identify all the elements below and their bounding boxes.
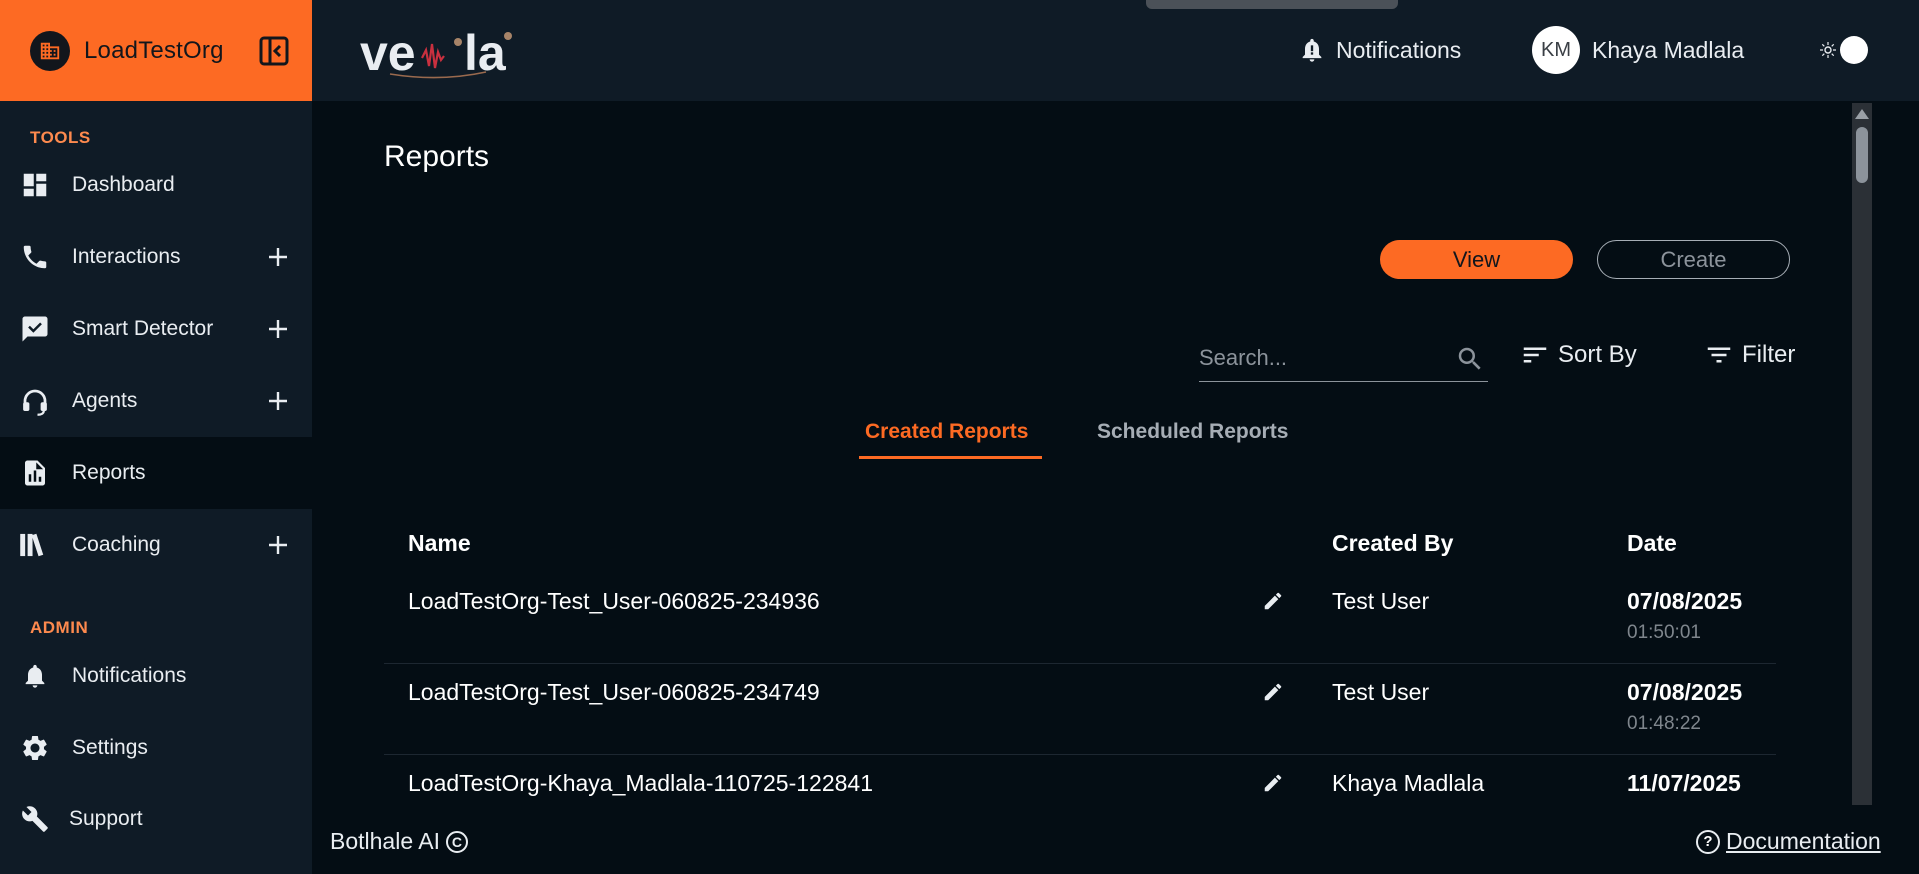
sidebar: LoadTestOrg TOOLS Dashboard Interactions… [0, 0, 312, 874]
expand-plus-icon[interactable] [266, 533, 290, 557]
search-icon[interactable] [1455, 344, 1485, 379]
sidebar-item-label: Reports [72, 461, 146, 484]
sidebar-item-label: Coaching [72, 533, 161, 556]
report-date: 07/08/2025 [1627, 588, 1743, 614]
building-icon [30, 30, 70, 71]
report-time: 01:50:01 [1627, 622, 1701, 643]
bell-icon [18, 659, 52, 693]
tools-section-title: TOOLS [30, 128, 91, 147]
sidebar-item-label: Dashboard [72, 173, 175, 196]
footer: Botlhale AI C ? Documentation [312, 806, 1919, 874]
report-name[interactable]: LoadTestOrg-Khaya_Madlala-110725-122841 [408, 770, 873, 797]
scroll-thumb[interactable] [1856, 127, 1868, 183]
avatar: KM [1532, 26, 1580, 74]
report-name[interactable]: LoadTestOrg-Test_User-060825-234936 [408, 588, 820, 615]
expand-plus-icon[interactable] [266, 389, 290, 413]
admin-section-title: ADMIN [30, 618, 89, 637]
veela-logo: ve la [360, 24, 520, 81]
copyright-text: Botlhale AI [330, 828, 440, 854]
report-time: 01:48:22 [1627, 713, 1701, 734]
created-by: Khaya Madlala [1332, 770, 1485, 796]
created-by: Test User [1332, 679, 1430, 705]
sidebar-item-label: Smart Detector [72, 317, 214, 340]
sidebar-item-label: Agents [72, 389, 138, 412]
search-input[interactable] [1199, 342, 1439, 374]
sidebar-item-label: Support [69, 807, 143, 830]
expand-plus-icon[interactable] [266, 245, 290, 269]
gear-icon [18, 731, 52, 765]
active-tab-indicator [859, 456, 1042, 459]
sidebar-item-label: Notifications [72, 664, 187, 687]
theme-toggle[interactable] [1820, 36, 1868, 64]
sidebar-item-interactions[interactable]: Interactions [0, 221, 312, 293]
copyright-icon: C [445, 830, 468, 853]
sidebar-item-agents[interactable]: Agents [0, 365, 312, 437]
books-icon [18, 528, 52, 562]
column-header-created-by[interactable]: Created By [1332, 530, 1453, 557]
sun-icon [1820, 42, 1836, 58]
user-name: Khaya Madlala [1592, 36, 1745, 63]
sidebar-item-reports[interactable]: Reports [0, 437, 312, 509]
report-date: 11/07/2025 [1627, 770, 1741, 796]
create-button[interactable]: Create [1597, 240, 1790, 279]
vertical-scrollbar[interactable] [1852, 103, 1872, 805]
help-icon: ? [1696, 829, 1720, 854]
bell-alert-icon [1302, 38, 1322, 62]
sidebar-item-label: Interactions [72, 245, 181, 268]
edit-icon[interactable] [1262, 772, 1284, 799]
dashboard-icon [18, 168, 52, 202]
column-header-name[interactable]: Name [408, 530, 471, 557]
sort-by-button[interactable]: Sort By [1520, 340, 1637, 370]
org-name: LoadTestOrg [84, 36, 224, 64]
check-chat-icon [18, 312, 52, 346]
phone-icon [18, 240, 52, 274]
documentation-link[interactable]: ? Documentation [1696, 828, 1881, 855]
drag-handle[interactable] [1146, 0, 1398, 9]
user-menu[interactable]: KM Khaya Madlala [1532, 26, 1744, 74]
table-row[interactable]: LoadTestOrg-Test_User-060825-234936 Test… [384, 574, 1776, 664]
sidebar-item-support[interactable]: Support [0, 783, 312, 855]
filter-button[interactable]: Filter [1704, 340, 1795, 370]
tab-created-reports[interactable]: Created Reports [865, 420, 1028, 444]
column-header-date[interactable]: Date [1627, 530, 1677, 557]
report-name[interactable]: LoadTestOrg-Test_User-060825-234749 [408, 679, 820, 706]
report-icon [18, 456, 52, 490]
toggle-knob[interactable] [1840, 36, 1868, 64]
search-box [1199, 336, 1488, 382]
edit-icon[interactable] [1262, 681, 1284, 708]
notifications-button[interactable]: Notifications [1298, 30, 1461, 70]
tab-scheduled-reports[interactable]: Scheduled Reports [1097, 420, 1288, 444]
sidebar-item-label: Settings [72, 736, 148, 759]
report-date: 07/08/2025 [1627, 679, 1743, 705]
view-button[interactable]: View [1380, 240, 1573, 279]
table-row[interactable]: LoadTestOrg-Test_User-060825-234749 Test… [384, 665, 1776, 755]
org-brand: LoadTestOrg [0, 0, 312, 101]
collapse-sidebar-button[interactable] [258, 35, 290, 67]
expand-plus-icon[interactable] [266, 317, 290, 341]
created-by: Test User [1332, 588, 1430, 614]
sort-label: Sort By [1558, 341, 1637, 368]
sidebar-item-smart-detector[interactable]: Smart Detector [0, 293, 312, 365]
edit-icon[interactable] [1262, 590, 1284, 617]
svg-text:ve: ve [360, 25, 416, 80]
copyright: Botlhale AI C [330, 828, 468, 855]
notifications-label: Notifications [1336, 36, 1462, 63]
sidebar-item-coaching[interactable]: Coaching [0, 509, 312, 581]
wrench-icon [18, 802, 52, 836]
sidebar-item-dashboard[interactable]: Dashboard [0, 149, 312, 221]
filter-icon [1707, 347, 1731, 363]
sidebar-item-notifications[interactable]: Notifications [0, 640, 312, 712]
documentation-label[interactable]: Documentation [1726, 828, 1881, 855]
scroll-up-arrow-icon[interactable] [1855, 109, 1869, 119]
sidebar-item-settings[interactable]: Settings [0, 712, 312, 784]
filter-label: Filter [1742, 341, 1796, 368]
headset-icon [18, 384, 52, 418]
top-header: ve la Notifications KM Khaya Madlala [312, 0, 1919, 101]
sort-icon [1523, 347, 1547, 363]
page-title: Reports [384, 140, 490, 173]
